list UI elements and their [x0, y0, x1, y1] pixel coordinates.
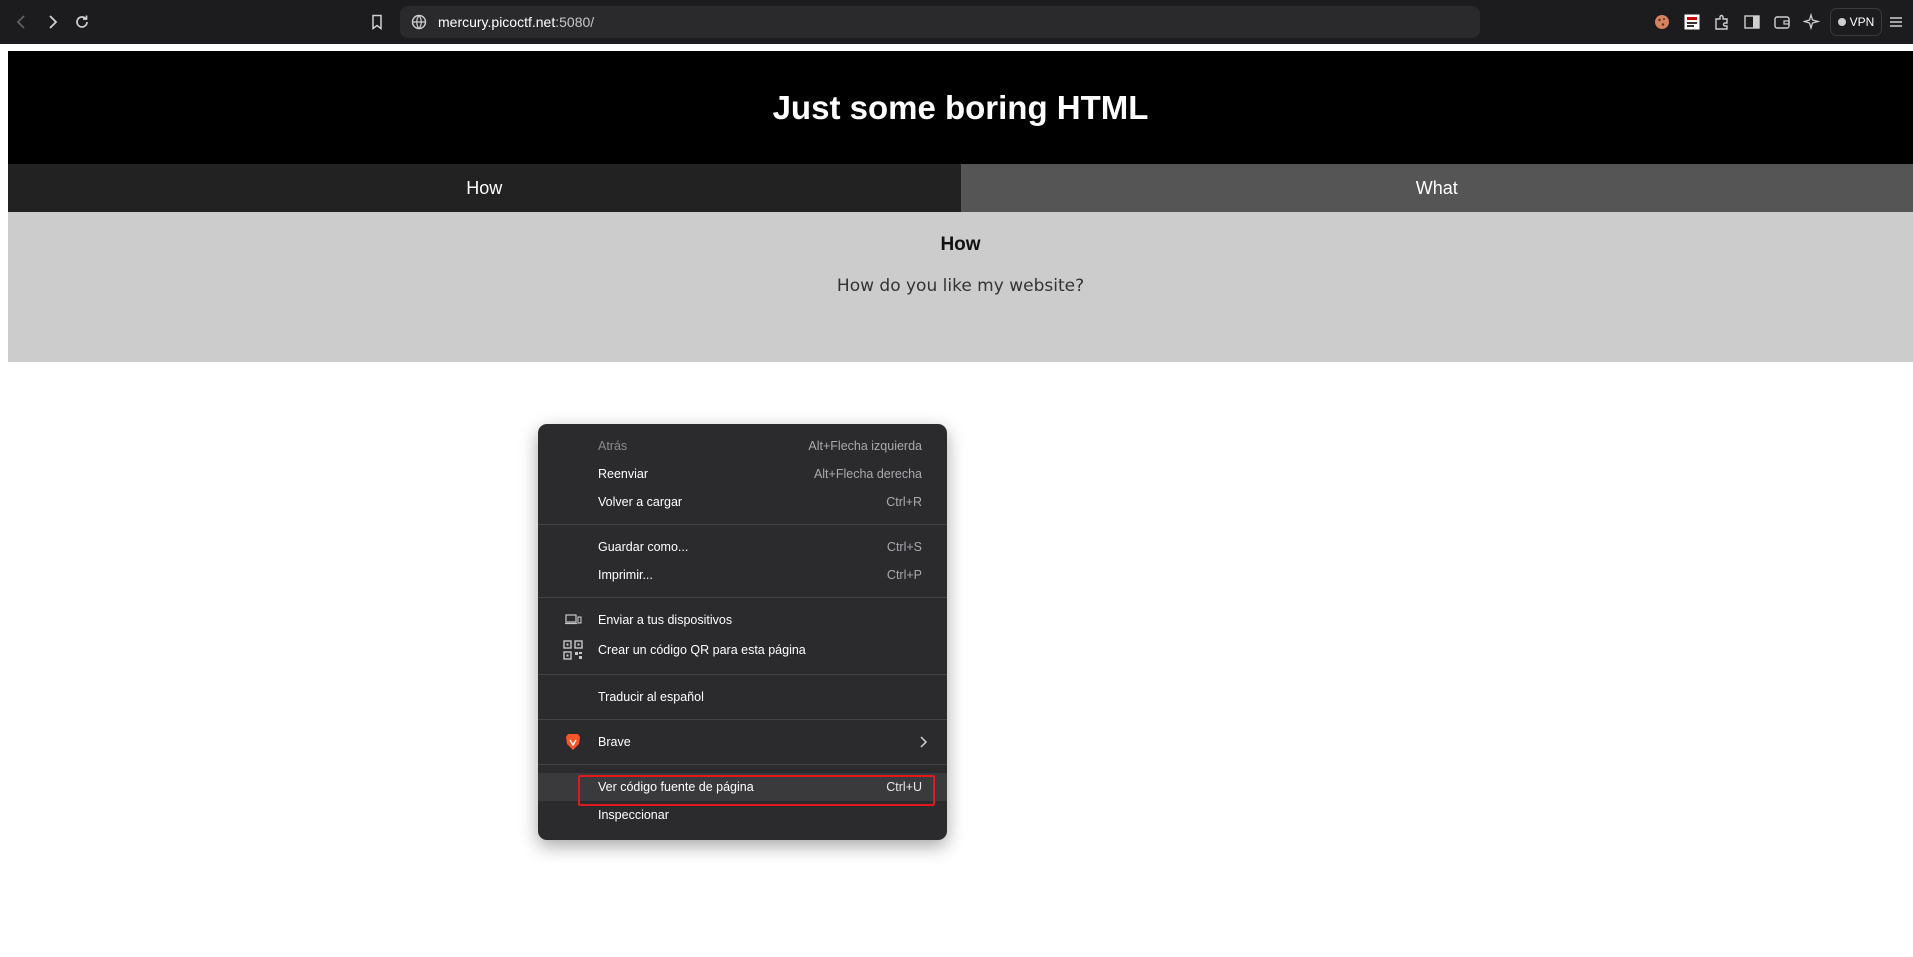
menu-item-inspect[interactable]: Inspeccionar [538, 801, 947, 829]
vpn-label: VPN [1849, 15, 1875, 29]
reload-icon [76, 15, 88, 28]
menu-item-print[interactable]: Imprimir... Ctrl+P [538, 561, 947, 589]
globe-icon [411, 14, 427, 30]
menu-item-shortcut: Alt+Flecha izquierda [808, 439, 922, 453]
menu-item-send-to-devices[interactable]: Enviar a tus dispositivos [538, 606, 947, 634]
url-text: mercury.picoctf.net:5080/ [438, 14, 594, 30]
chevron-right-icon [49, 15, 58, 29]
wallet-button[interactable] [1770, 10, 1794, 34]
extensions-button[interactable] [1710, 10, 1734, 34]
content-text: How do you like my website? [836, 276, 1085, 296]
menu-item-shortcut: Ctrl+U [886, 780, 922, 794]
bookmark-icon [372, 14, 382, 30]
menu-item-forward[interactable]: Reenviar Alt+Flecha derecha [538, 460, 947, 488]
leo-ai-button[interactable] [1800, 10, 1824, 34]
tab-how[interactable]: How [8, 164, 961, 212]
menu-item-label: Guardar como... [598, 540, 689, 554]
menu-item-label: Traducir al español [598, 690, 704, 704]
menu-item-shortcut: Ctrl+P [886, 568, 922, 582]
menu-separator [538, 597, 947, 598]
url-host: mercury.picoctf.net [438, 14, 556, 30]
menu-item-label: Enviar a tus dispositivos [598, 613, 733, 627]
sparkle-icon [1803, 13, 1821, 31]
tab-what[interactable]: What [960, 164, 1913, 212]
menu-item-brave[interactable]: Brave [538, 728, 947, 756]
page-title: Just some boring HTML [772, 88, 1149, 126]
menu-item-save-as[interactable]: Guardar como... Ctrl+S [538, 533, 947, 561]
sidebar-icon [1744, 15, 1760, 29]
address-bar[interactable]: mercury.picoctf.net:5080/ [400, 6, 1480, 38]
menu-item-back[interactable]: Atrás Alt+Flecha izquierda [538, 432, 947, 460]
menu-item-translate[interactable]: Traducir al español [538, 683, 947, 711]
cookie-icon [1655, 15, 1669, 29]
browser-toolbar: mercury.picoctf.net:5080/ VPN [0, 0, 1913, 44]
tab-bar: How What [8, 164, 1913, 212]
tab-content: How How do you like my website? [8, 212, 1913, 362]
back-button[interactable] [10, 10, 34, 34]
menu-item-view-source[interactable]: Ver código fuente de página Ctrl+U [538, 773, 947, 806]
menu-item-label: Atrás [598, 439, 628, 453]
menu-item-label: Imprimir... [598, 568, 653, 582]
page-header: Just some boring HTML [8, 51, 1913, 164]
main-menu-button[interactable] [1884, 10, 1908, 34]
menu-item-label: Brave [598, 735, 631, 749]
url-port-path: :5080/ [555, 14, 595, 30]
brave-lion-icon [563, 732, 583, 752]
menu-separator [538, 674, 947, 675]
menu-item-reload[interactable]: Volver a cargar Ctrl+R [538, 488, 947, 516]
menu-item-label: Crear un código QR para esta página [598, 643, 806, 657]
context-menu: Atrás Alt+Flecha izquierda Reenviar Alt+… [538, 424, 947, 840]
menu-item-qr-code[interactable]: Crear un código QR para esta página [538, 634, 947, 666]
vpn-status-dot [1837, 18, 1846, 26]
menu-item-shortcut: Alt+Flecha derecha [813, 467, 922, 481]
cookie-extension-button[interactable] [1650, 10, 1674, 34]
menu-separator [538, 719, 947, 720]
menu-item-label: Ver código fuente de página [598, 780, 754, 794]
reload-button[interactable] [70, 10, 94, 34]
menu-item-shortcut: Ctrl+R [886, 495, 922, 509]
vpn-button[interactable]: VPN [1830, 8, 1882, 36]
forward-button[interactable] [40, 10, 64, 34]
hamburger-icon [1890, 17, 1902, 27]
devices-icon [563, 610, 583, 630]
menu-item-label: Inspeccionar [598, 808, 669, 822]
web-page: Just some boring HTML How What How How d… [8, 51, 1913, 362]
menu-separator [538, 764, 947, 765]
menu-item-shortcut: Ctrl+S [886, 540, 922, 554]
pdf-extension-button[interactable] [1680, 10, 1704, 34]
puzzle-icon [1715, 14, 1728, 30]
menu-item-label: Volver a cargar [598, 495, 683, 509]
sidebar-button[interactable] [1740, 10, 1764, 34]
qr-code-icon [563, 640, 583, 660]
bookmark-button[interactable] [365, 10, 389, 34]
chevron-left-icon [16, 15, 25, 29]
wallet-icon [1774, 16, 1790, 29]
chevron-right-icon [920, 736, 928, 748]
menu-separator [538, 524, 947, 525]
pdf-icon [1684, 14, 1700, 30]
content-heading: How [940, 234, 981, 255]
menu-item-label: Reenviar [598, 467, 649, 481]
